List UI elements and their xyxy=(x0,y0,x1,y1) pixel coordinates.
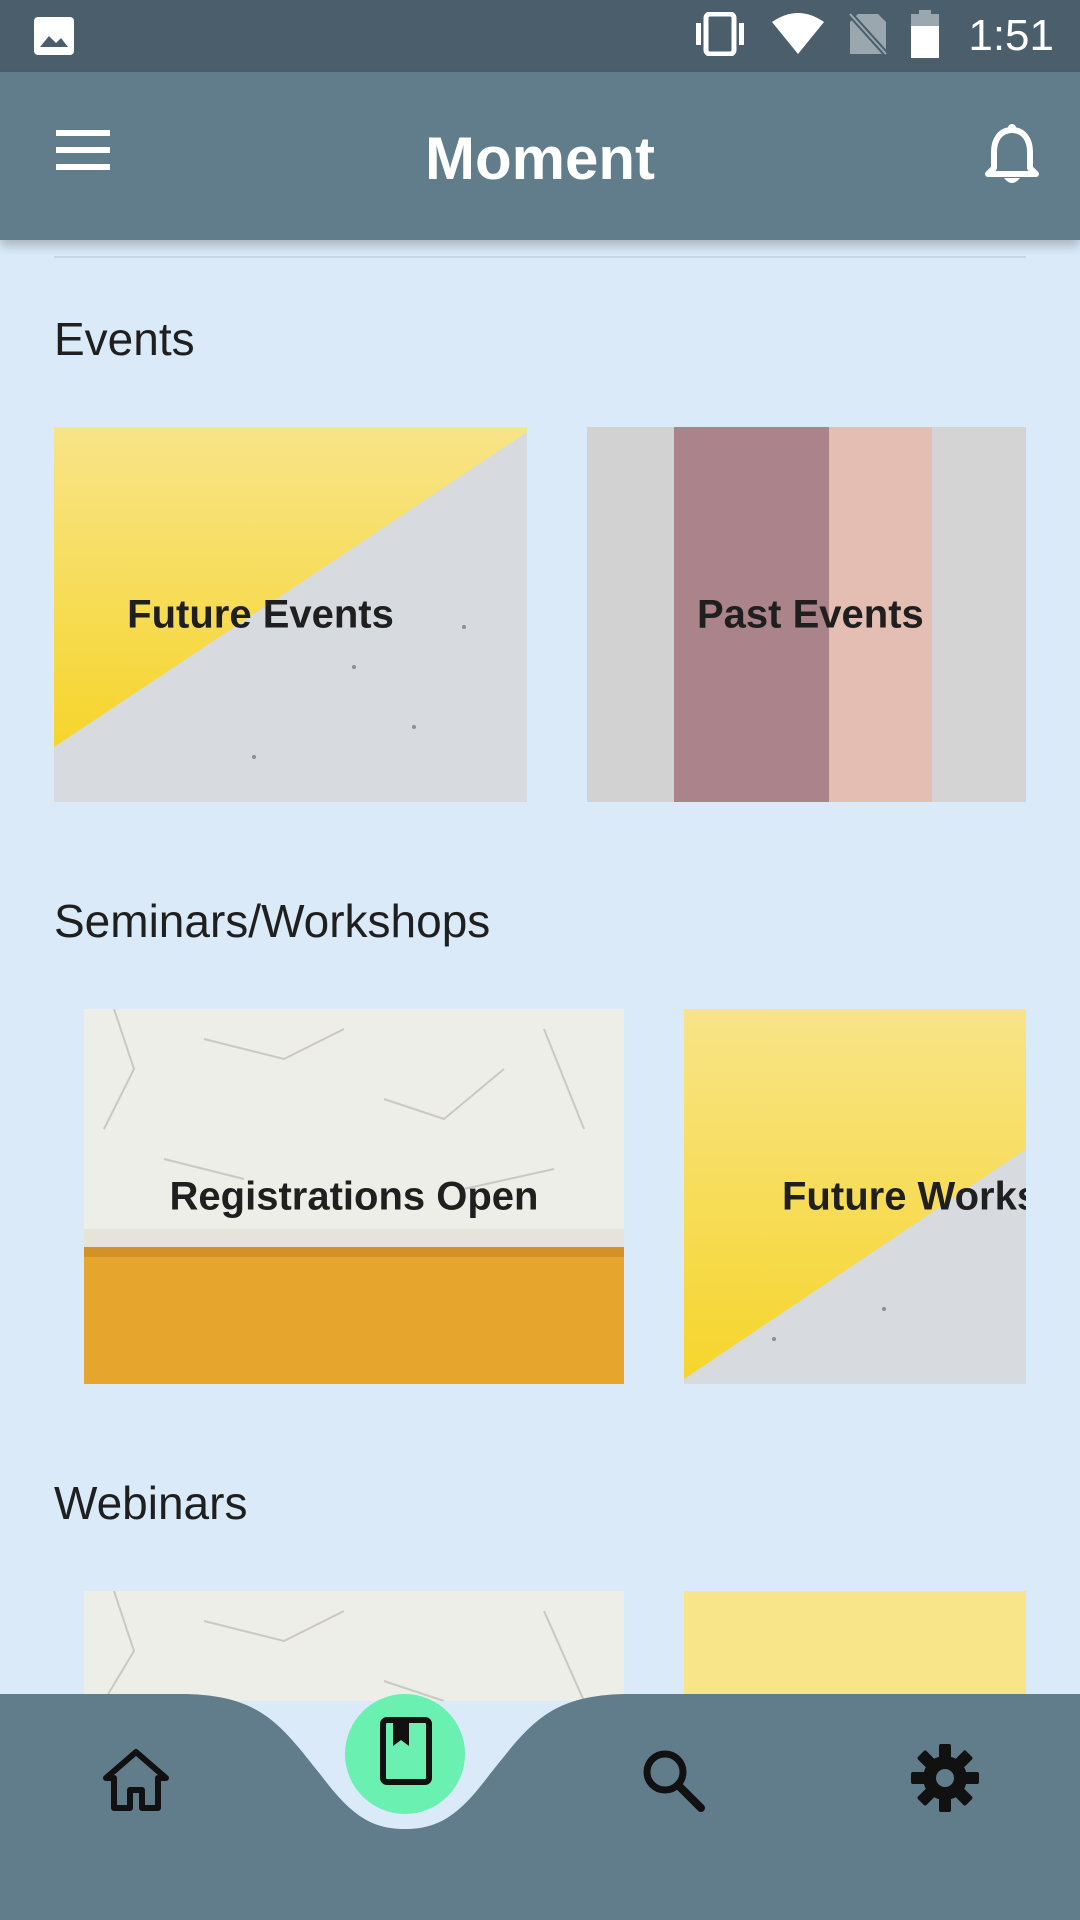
app-bar: Moment xyxy=(0,72,1080,240)
bottom-navigation xyxy=(0,1694,1080,1920)
card-image xyxy=(84,1591,624,1701)
card-label: Past Events xyxy=(697,592,924,636)
book-icon xyxy=(380,1717,432,1785)
bell-icon[interactable] xyxy=(984,124,1040,188)
card-future-events[interactable]: Future Events xyxy=(54,427,527,802)
status-time: 1:51 xyxy=(968,11,1054,60)
section-title-webinars: Webinars xyxy=(54,1477,248,1529)
divider xyxy=(54,256,1026,258)
card-registrations-open[interactable]: Registrations Open xyxy=(84,1009,624,1384)
app-title: Moment xyxy=(425,125,655,192)
card-image xyxy=(684,1591,1026,1701)
section-title-seminars: Seminars/Workshops xyxy=(54,895,491,947)
settings-icon[interactable] xyxy=(909,1742,981,1814)
search-icon[interactable] xyxy=(637,1744,709,1816)
card-future-workshops[interactable]: Future Works xyxy=(684,1009,1026,1384)
no-sim-icon xyxy=(848,11,889,61)
card-label: Future Events xyxy=(127,592,394,636)
card-past-events[interactable]: Past Events xyxy=(587,427,1026,802)
battery-icon xyxy=(910,9,940,63)
image-icon xyxy=(33,16,75,56)
card-label: Registrations Open xyxy=(169,1174,539,1218)
card-label: Future Works xyxy=(782,1174,1026,1218)
section-title-events: Events xyxy=(54,313,195,365)
wifi-icon xyxy=(770,12,826,61)
book-button[interactable] xyxy=(345,1694,465,1814)
status-bar: 1:51 xyxy=(0,0,1080,72)
home-icon[interactable] xyxy=(100,1744,172,1816)
card-webinar-1[interactable] xyxy=(84,1591,624,1701)
card-webinar-2[interactable] xyxy=(684,1591,1026,1701)
vibrate-icon xyxy=(692,11,748,61)
